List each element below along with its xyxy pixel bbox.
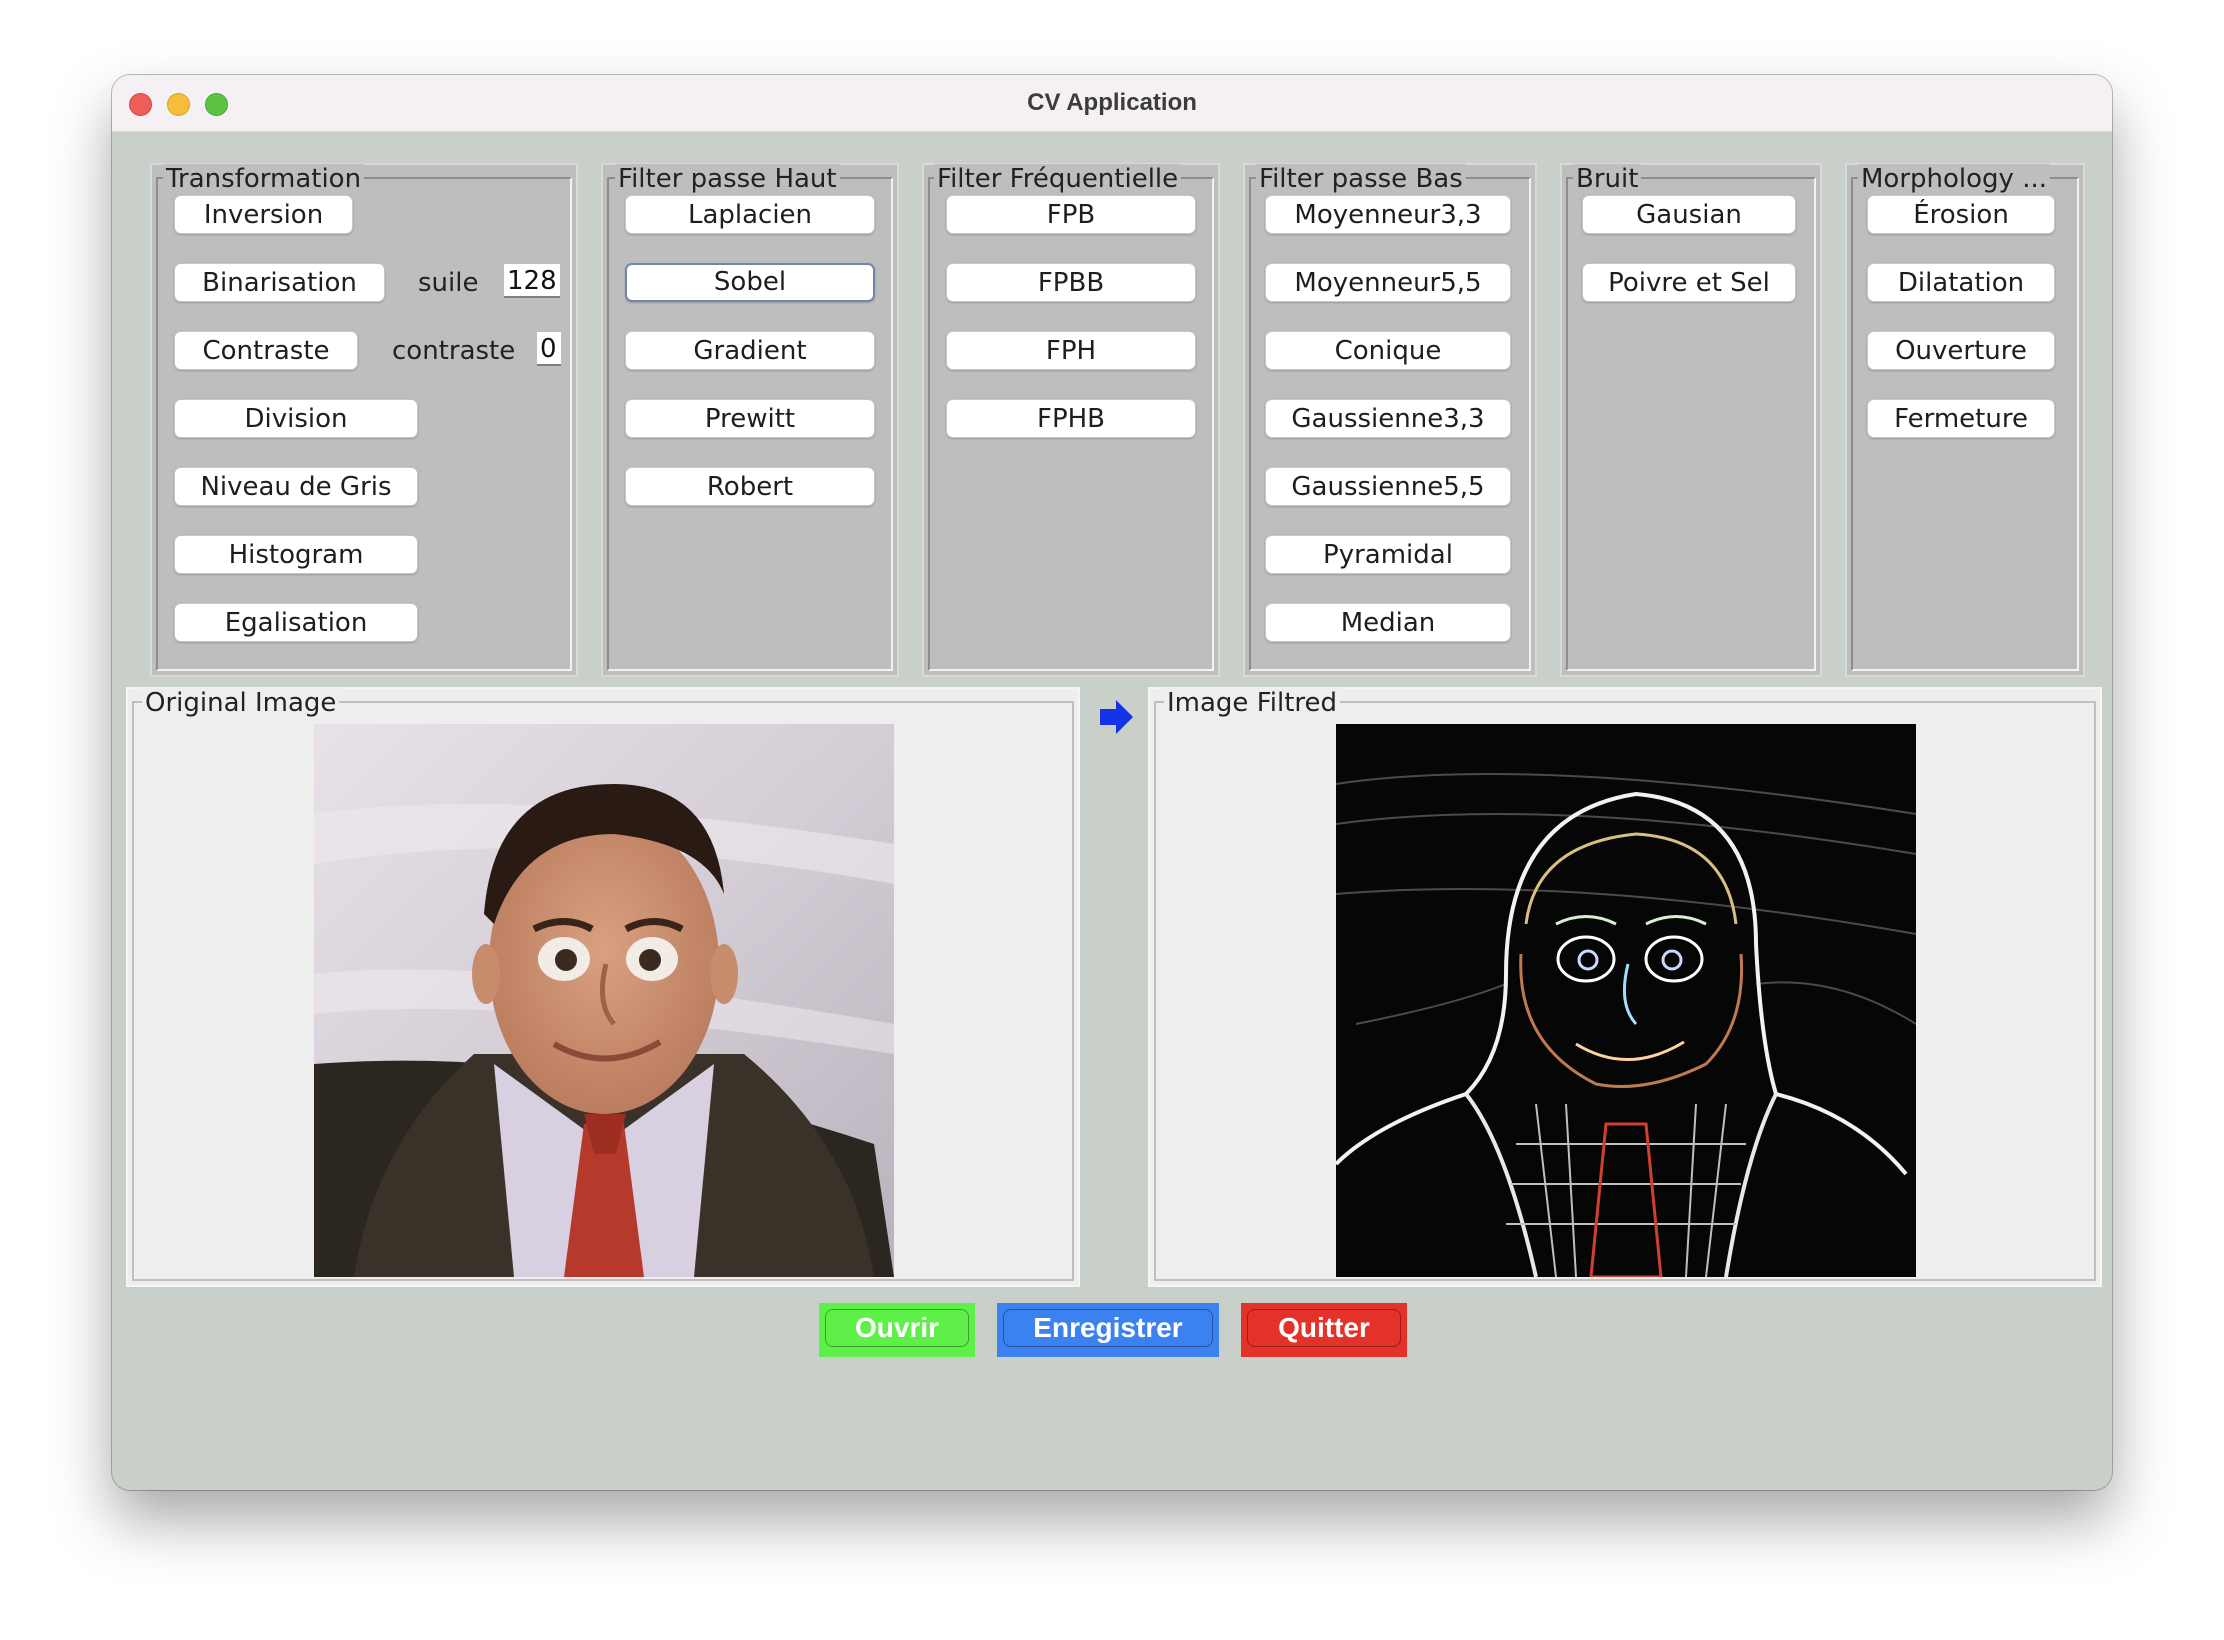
high-pass-filter-title: Filter passe Haut (615, 164, 840, 194)
threshold-label: suile (418, 268, 479, 298)
fermeture-button[interactable]: Fermeture (1867, 399, 2055, 438)
erosion-button[interactable]: Érosion (1867, 195, 2055, 234)
dilatation-button[interactable]: Dilatation (1867, 263, 2055, 302)
threshold-field[interactable]: 128 (504, 264, 560, 298)
ouverture-button[interactable]: Ouverture (1867, 331, 2055, 370)
binarisation-button[interactable]: Binarisation (174, 263, 385, 302)
moyenneur-3x3-button[interactable]: Moyenneur3,3 (1265, 195, 1511, 234)
save-button[interactable]: Enregistrer (997, 1303, 1219, 1357)
contrast-label: contraste (392, 336, 516, 366)
original-image-title: Original Image (142, 688, 340, 718)
frequency-filter-title: Filter Fréquentielle (934, 164, 1182, 194)
original-photo-graphic (314, 724, 894, 1277)
egalisation-button[interactable]: Egalisation (174, 603, 418, 642)
open-button-label: Ouvrir (825, 1309, 969, 1347)
filtered-image-title: Image Filtred (1164, 688, 1341, 718)
pyramidal-button[interactable]: Pyramidal (1265, 535, 1511, 574)
moyenneur-5x5-button[interactable]: Moyenneur5,5 (1265, 263, 1511, 302)
filtered-image-panel: Image Filtred (1148, 687, 2102, 1287)
gausian-noise-button[interactable]: Gausian (1582, 195, 1796, 234)
division-button[interactable]: Division (174, 399, 418, 438)
inversion-button[interactable]: Inversion (174, 195, 353, 234)
noise-group: Bruit Gausian Poivre et Sel (1560, 163, 1822, 677)
frequency-filter-group: Filter Fréquentielle FPB FPBB FPH FPHB (922, 163, 1220, 677)
contraste-button[interactable]: Contraste (174, 331, 358, 370)
fph-button[interactable]: FPH (946, 331, 1196, 370)
gaussienne-5x5-button[interactable]: Gaussienne5,5 (1265, 467, 1511, 506)
low-pass-filter-title: Filter passe Bas (1256, 164, 1466, 194)
quit-button[interactable]: Quitter (1241, 1303, 1407, 1357)
histogram-button[interactable]: Histogram (174, 535, 418, 574)
window-title: CV Application (1027, 89, 1197, 116)
gaussienne-3x3-button[interactable]: Gaussienne3,3 (1265, 399, 1511, 438)
morphology-title: Morphology ... (1858, 164, 2050, 194)
low-pass-filter-group: Filter passe Bas Moyenneur3,3 Moyenneur5… (1243, 163, 1537, 677)
quit-button-label: Quitter (1247, 1309, 1401, 1347)
filtered-photo-graphic (1336, 724, 1916, 1277)
open-button[interactable]: Ouvrir (819, 1303, 975, 1357)
app-window: CV Application Transformation Inversion … (112, 75, 2112, 1490)
contrast-field[interactable]: 0 (537, 332, 561, 366)
gradient-button[interactable]: Gradient (625, 331, 875, 370)
fpbb-button[interactable]: FPBB (946, 263, 1196, 302)
original-image-panel: Original Image (126, 687, 1080, 1287)
niveau-de-gris-button[interactable]: Niveau de Gris (174, 467, 418, 506)
median-button[interactable]: Median (1265, 603, 1511, 642)
conique-button[interactable]: Conique (1265, 331, 1511, 370)
fpb-button[interactable]: FPB (946, 195, 1196, 234)
fphb-button[interactable]: FPHB (946, 399, 1196, 438)
transformation-title: Transformation (163, 164, 365, 194)
prewitt-button[interactable]: Prewitt (625, 399, 875, 438)
filtered-image (1336, 724, 1916, 1277)
transformation-group: Transformation Inversion Binarisation su… (150, 163, 578, 677)
save-button-label: Enregistrer (1003, 1309, 1213, 1347)
arrow-right-icon (1100, 700, 1133, 734)
robert-button[interactable]: Robert (625, 467, 875, 506)
laplacien-button[interactable]: Laplacien (625, 195, 875, 234)
high-pass-filter-group: Filter passe Haut Laplacien Sobel Gradie… (601, 163, 899, 677)
sobel-button[interactable]: Sobel (625, 263, 875, 302)
title-bar: CV Application (112, 75, 2112, 132)
original-image (314, 724, 894, 1277)
poivre-et-sel-button[interactable]: Poivre et Sel (1582, 263, 1796, 302)
noise-title: Bruit (1573, 164, 1642, 194)
morphology-group: Morphology ... Érosion Dilatation Ouvert… (1845, 163, 2085, 677)
